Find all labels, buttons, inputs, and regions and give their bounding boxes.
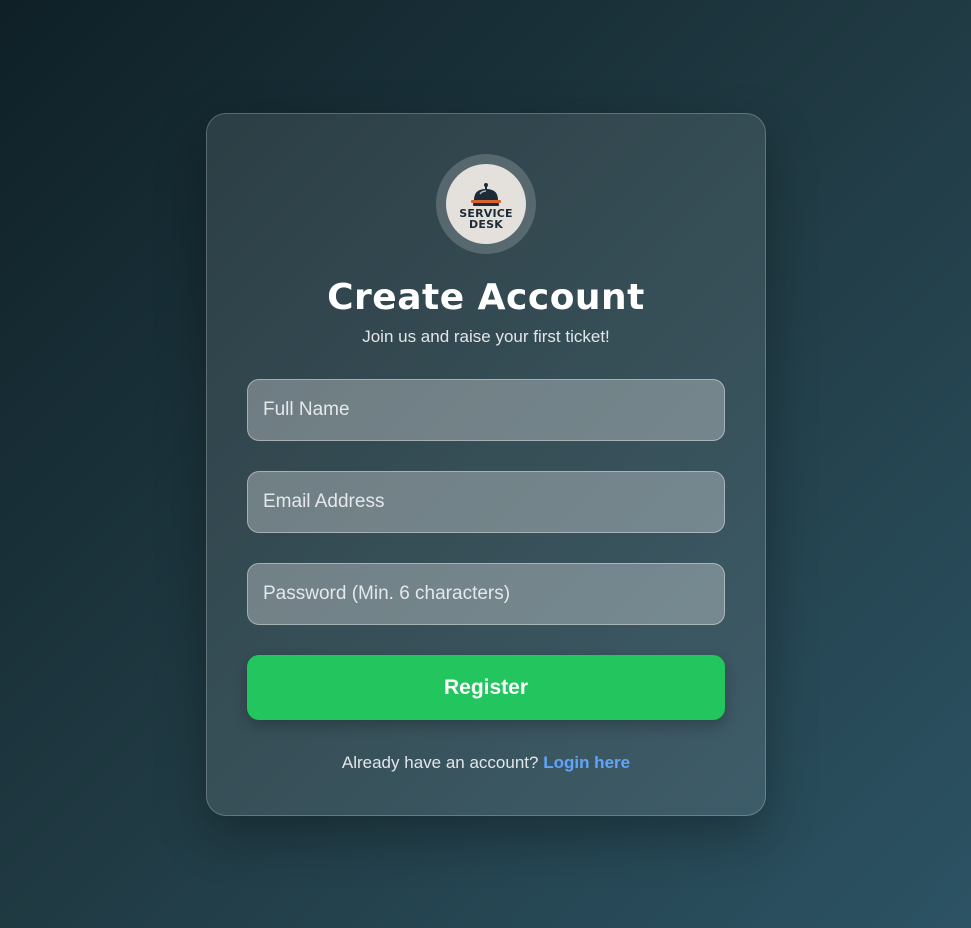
page-subtitle: Join us and raise your first ticket!: [362, 327, 610, 346]
register-button[interactable]: Register: [247, 655, 725, 720]
register-card: SERVICE DESK Create Account Join us and …: [206, 113, 766, 816]
service-desk-logo: SERVICE DESK: [446, 164, 526, 244]
login-prompt-text: Already have an account?: [341, 753, 539, 772]
logo-ring: SERVICE DESK: [436, 154, 536, 254]
page-title: Create Account: [327, 277, 645, 318]
login-prompt: Already have an account? Login here: [207, 753, 765, 773]
service-bell-icon: [471, 183, 501, 206]
password-input[interactable]: [247, 563, 725, 625]
full-name-input[interactable]: [247, 379, 725, 441]
email-input[interactable]: [247, 471, 725, 533]
logo-text-desk: DESK: [469, 218, 503, 231]
login-link[interactable]: Login here: [543, 753, 630, 772]
